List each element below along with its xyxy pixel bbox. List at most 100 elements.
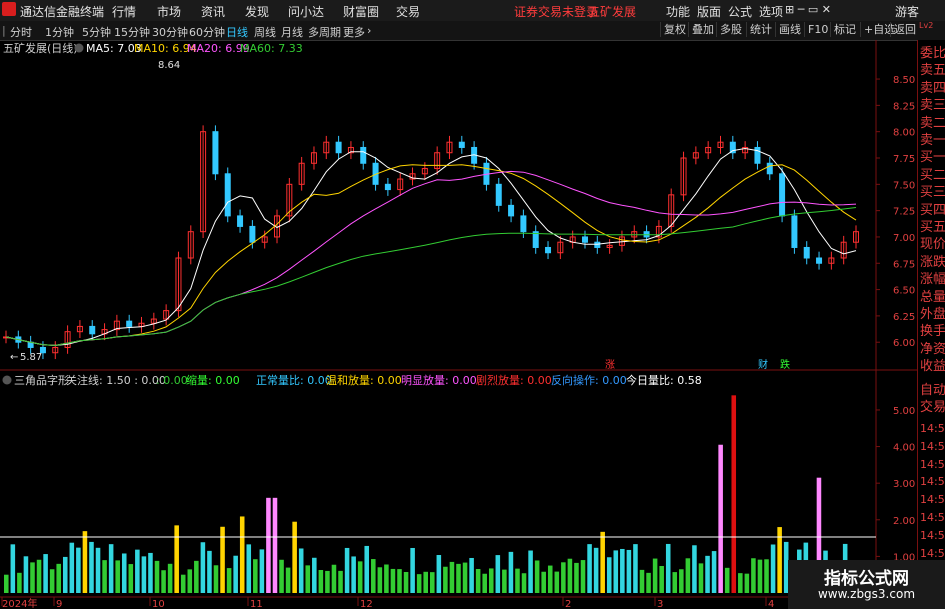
side-panel-label: 收益 [920, 359, 945, 375]
volume-ratio-bar [259, 549, 265, 593]
date-axis: 2024年 9 10 11 12 2 3 4 [1, 597, 774, 609]
side-panel-label[interactable]: 交易 [920, 400, 945, 416]
menu-news[interactable]: 资讯 [201, 3, 225, 20]
volume-ratio-bar [475, 568, 481, 593]
title-bar: 通达信金融终端 行情 市场 资讯 发现 问小达 财富圈 交易 证券交易未登录 五… [0, 0, 945, 22]
menu-formula[interactable]: 公式 [728, 3, 752, 20]
tab-period-daily[interactable]: 日线 [226, 24, 248, 40]
volume-ratio-bar [285, 567, 291, 593]
draw-line-button[interactable]: 画线 [775, 22, 804, 37]
overlay-button[interactable]: 叠加 [688, 22, 717, 37]
volume-ratio-bar [148, 552, 153, 593]
volume-ratio-bar [430, 572, 435, 593]
menu-trade[interactable]: 交易 [396, 3, 420, 20]
side-panel-time: 14:56 [920, 528, 945, 542]
volume-ratio-bar [200, 542, 206, 593]
indicator-value-label: 剧烈放量: 0.00 [476, 373, 552, 387]
settings-circle-icon[interactable] [74, 43, 84, 53]
side-panel-label: 换手 [920, 324, 945, 340]
marker-finance[interactable]: 财 [758, 358, 768, 371]
price-tick-label: 6.00 [893, 338, 915, 349]
watermark-url: www.zbgs3.com [817, 587, 916, 601]
tab-period-15min[interactable]: 15分钟 [114, 24, 150, 40]
volume-ratio-bar [685, 558, 691, 593]
f10-button[interactable]: F10 [804, 22, 831, 37]
volume-ratio-bar [672, 572, 678, 593]
menu-options[interactable]: 选项 [759, 3, 783, 20]
indicator-settings-icon[interactable] [2, 375, 12, 385]
tab-period-1min[interactable]: 1分钟 [45, 24, 74, 40]
menu-market[interactable]: 市场 [157, 3, 181, 20]
tab-period-intraday[interactable]: 分时 [10, 24, 32, 40]
volume-ratio-bar [593, 547, 599, 593]
menu-function[interactable]: 功能 [666, 3, 690, 20]
volume-ratio-bar [207, 550, 212, 593]
date-tick-label: 2 [565, 599, 571, 609]
volume-ratio-bar [731, 395, 737, 593]
tab-period-multi[interactable]: 多周期 [308, 24, 341, 40]
candle-body [791, 215, 798, 248]
volume-ratio-bar [705, 555, 710, 593]
login-notice[interactable]: 证券交易未登录 [514, 3, 598, 20]
marker-up[interactable]: 涨 [605, 359, 615, 371]
statistics-button[interactable]: 统计 [746, 22, 775, 37]
menu-assistant[interactable]: 问小达 [288, 3, 324, 20]
side-panel-label: 净资 [920, 341, 945, 357]
date-tick-label: 9 [56, 599, 62, 609]
volume-ratio-bar [639, 569, 645, 593]
tab-period-60min[interactable]: 60分钟 [189, 24, 225, 40]
volume-ratio-bar [692, 545, 697, 593]
ma5-line [5, 147, 857, 346]
indicator-value-label: 今日量比: 0.58 [626, 373, 702, 387]
side-panel-time: 14:56 [920, 475, 945, 489]
user-label[interactable]: 游客 [895, 3, 919, 20]
volume-ratio-bar [305, 565, 311, 593]
current-stock-name: 五矿发展 [588, 5, 637, 19]
back-button[interactable]: 返回 [890, 22, 919, 37]
date-tick-label: 11 [250, 599, 263, 609]
tab-period-weekly[interactable]: 周线 [254, 24, 276, 40]
low-price-label: 5.87 [20, 352, 42, 363]
volume-ratio-bar [521, 573, 527, 593]
menu-market-quotes[interactable]: 行情 [112, 3, 136, 20]
volume-ratio-bar [528, 550, 533, 593]
volume-ratio-bar [23, 556, 29, 593]
watermark-title: 指标公式网 [824, 569, 909, 589]
volume-ratio-bar [128, 564, 134, 593]
multi-stock-button[interactable]: 多股 [716, 22, 745, 37]
quote-side-panel: 委比 卖五 卖四 卖三 卖二 卖一 买一 买二 买三 买四 买五 现价 涨跌 涨幅 总量 外盘 换手 净资 收益 自动… [917, 40, 945, 609]
volume-ratio-bar [115, 560, 120, 593]
volume-ratio-bar [30, 562, 35, 593]
tab-period-monthly[interactable]: 月线 [281, 24, 303, 40]
volume-ratio-bar [515, 568, 520, 593]
tab-period-more[interactable]: 更多 [343, 24, 365, 40]
volume-ratio-bar [606, 557, 612, 593]
window-icon-group[interactable]: ⊞ ─ ▭ ✕ [785, 3, 831, 16]
ma60-label: MA60: 7.33 [240, 42, 303, 55]
side-panel-time: 14:56 [920, 422, 945, 435]
kline-chart-area[interactable]: 五矿发展(日线) MA5: 7.03 MA10: 6.94 MA20: 6.99… [0, 40, 917, 609]
tab-period-5min[interactable]: 5分钟 [82, 24, 111, 40]
volume-ratio-bar [567, 558, 573, 593]
volume-ratio-bar [10, 544, 16, 593]
marker-down[interactable]: 跌 [780, 358, 790, 371]
candle-body [89, 325, 96, 335]
chevron-right-icon[interactable]: › [367, 24, 371, 37]
menu-layout[interactable]: 版面 [697, 3, 721, 20]
price-tick-label: 8.25 [893, 101, 915, 112]
menu-discover[interactable]: 发现 [245, 3, 269, 20]
side-panel-label[interactable]: 自动 [920, 383, 945, 399]
date-tick-label: 10 [152, 599, 165, 609]
mark-button[interactable]: 标记 [830, 22, 859, 37]
candle-body [803, 246, 810, 259]
menu-wealth-circle[interactable]: 财富圈 [343, 3, 379, 20]
side-panel-label: 买五 [920, 220, 945, 235]
volume-ratio-bar [246, 544, 252, 593]
side-panel-label: 买二 [920, 167, 945, 183]
candle-body [384, 183, 391, 191]
side-panel-label: 涨幅 [920, 272, 945, 288]
adjust-button[interactable]: 复权 [660, 22, 689, 37]
ma20-line [5, 170, 857, 346]
side-panel-label: 委比 [920, 46, 945, 61]
tab-period-30min[interactable]: 30分钟 [152, 24, 188, 40]
